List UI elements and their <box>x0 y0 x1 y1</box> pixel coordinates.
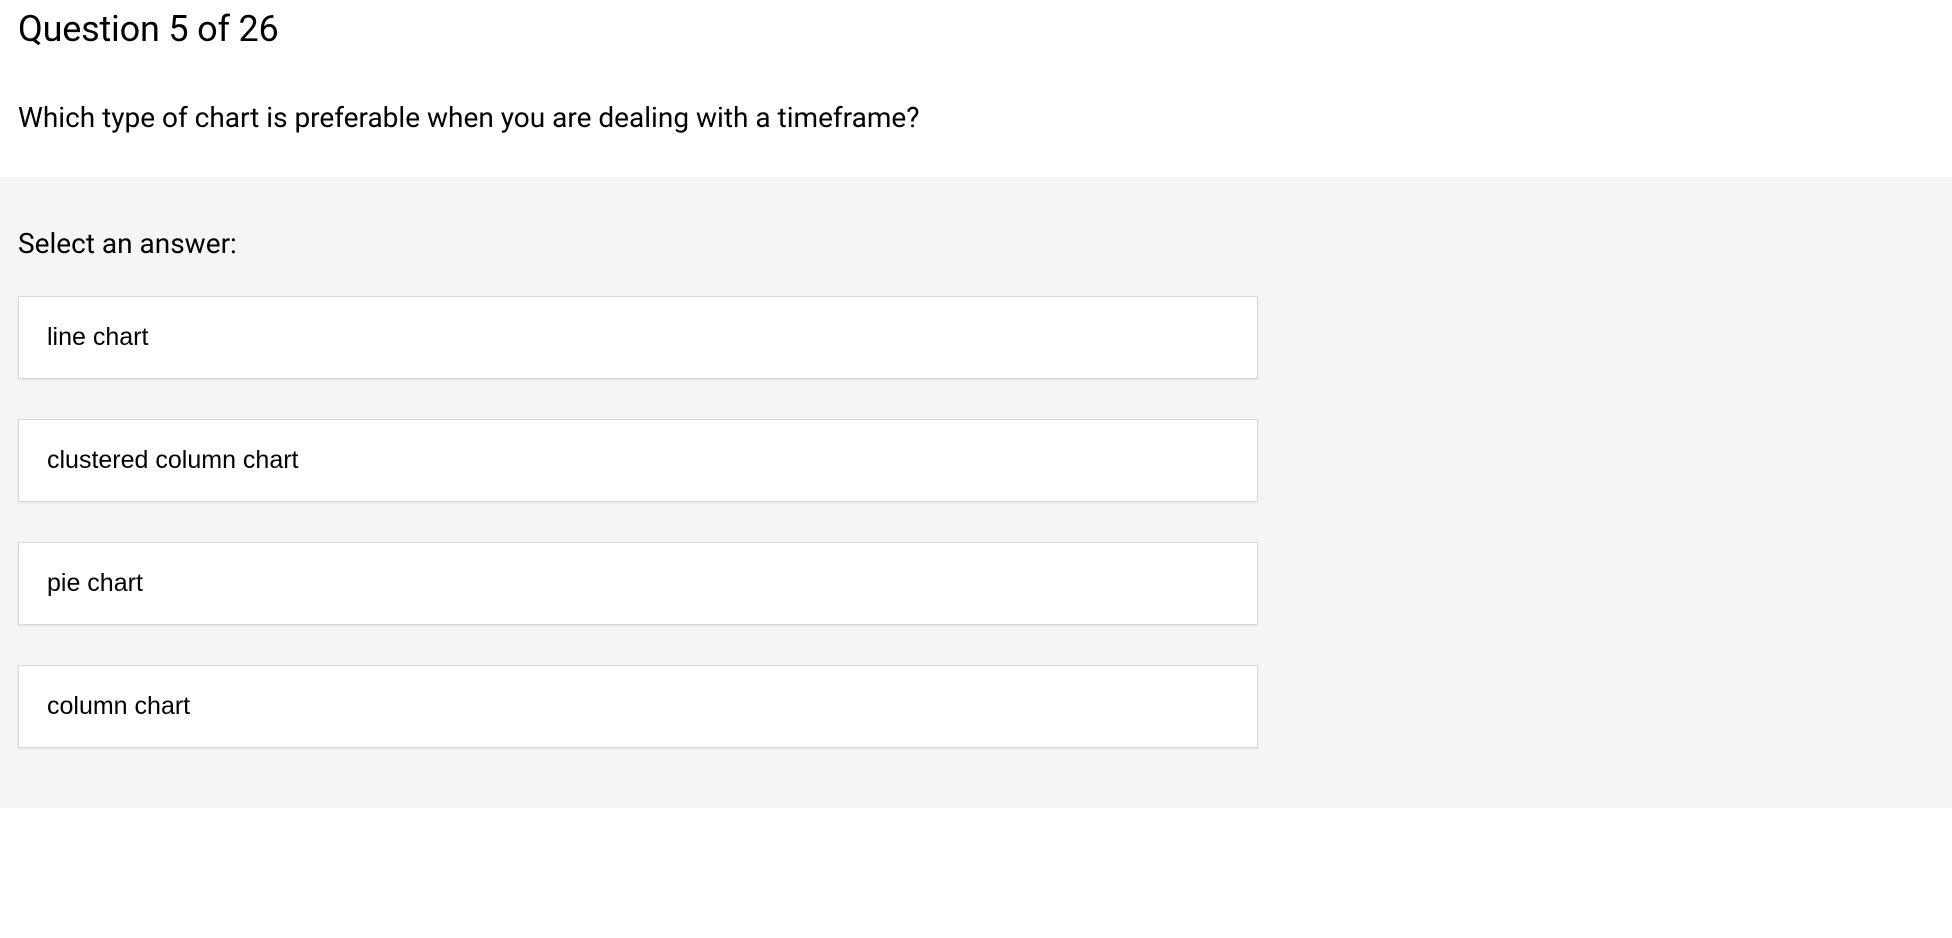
answer-option-2[interactable]: pie chart <box>18 542 1258 625</box>
question-number: Question 5 of 26 <box>18 8 1934 50</box>
answer-options-list: line chart clustered column chart pie ch… <box>18 296 1258 748</box>
answer-option-0[interactable]: line chart <box>18 296 1258 379</box>
question-text: Which type of chart is preferable when y… <box>18 98 1934 137</box>
question-header: Question 5 of 26 Which type of chart is … <box>0 0 1952 177</box>
answer-section: Select an answer: line chart clustered c… <box>0 177 1952 808</box>
answer-option-1[interactable]: clustered column chart <box>18 419 1258 502</box>
answer-option-3[interactable]: column chart <box>18 665 1258 748</box>
select-answer-label: Select an answer: <box>18 227 1934 260</box>
